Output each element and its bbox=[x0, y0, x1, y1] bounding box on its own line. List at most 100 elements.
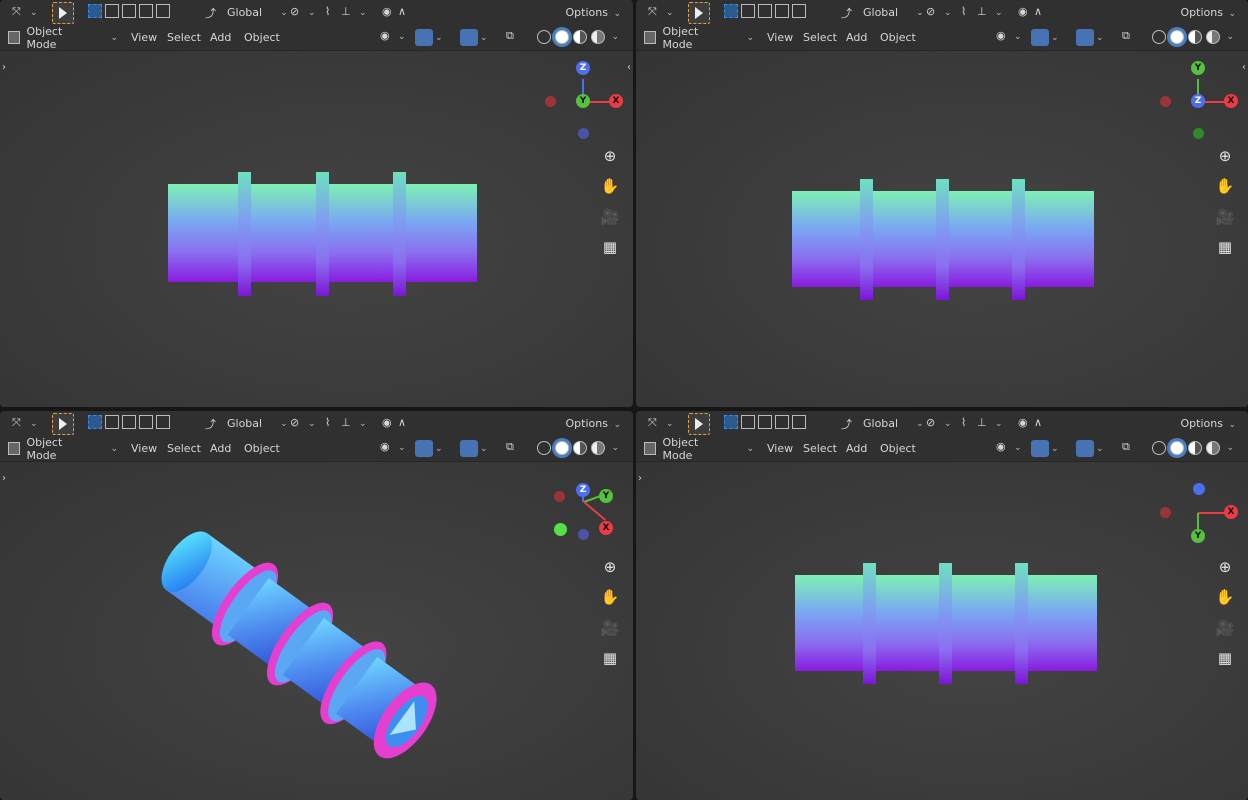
menu-object[interactable]: Object bbox=[880, 442, 916, 455]
negative-x-axis-icon[interactable] bbox=[554, 491, 565, 502]
grid-icon[interactable]: ▦ bbox=[1214, 236, 1236, 258]
negative-y-axis-icon[interactable] bbox=[554, 523, 567, 536]
scene-object-perspective[interactable] bbox=[150, 519, 450, 769]
select-intersect-icon[interactable] bbox=[156, 415, 170, 429]
snap-icon[interactable]: ⊘ ⌄ bbox=[290, 4, 316, 21]
zoom-icon[interactable]: ⊕ bbox=[1214, 145, 1236, 167]
x-axis-icon[interactable]: X bbox=[1224, 505, 1238, 519]
y-axis-icon[interactable]: Y bbox=[576, 94, 590, 108]
x-axis-icon[interactable]: X bbox=[599, 521, 613, 535]
wireframe-shading-icon[interactable] bbox=[537, 441, 552, 455]
toolbar-toggle-icon[interactable]: › bbox=[2, 62, 6, 73]
navigation-gizmo[interactable]: Y X Z bbox=[1155, 58, 1245, 148]
rendered-shading-icon[interactable] bbox=[591, 30, 606, 44]
solid-shading-icon[interactable] bbox=[1170, 441, 1185, 455]
gizmo-icon[interactable]: ⌄ bbox=[415, 29, 443, 46]
select-box-icon[interactable] bbox=[724, 415, 738, 429]
menu-select[interactable]: Select bbox=[803, 31, 837, 44]
select-invert-icon[interactable] bbox=[775, 4, 789, 18]
menu-add[interactable]: Add bbox=[846, 31, 867, 44]
select-extend-icon[interactable] bbox=[741, 415, 755, 429]
xray-icon[interactable]: ⧉ bbox=[506, 29, 522, 45]
negative-z-axis-icon[interactable] bbox=[578, 128, 589, 139]
select-box-icon[interactable] bbox=[88, 415, 102, 429]
options-button[interactable]: Options ⌄ bbox=[1181, 417, 1237, 430]
select-tool-icon[interactable] bbox=[52, 413, 74, 435]
transform-pivot-icon[interactable]: ⤧ ⌄ bbox=[12, 4, 38, 21]
transform-pivot-icon[interactable]: ⤧ ⌄ bbox=[648, 4, 674, 21]
snap-icon[interactable]: ⊘ ⌄ bbox=[926, 4, 952, 21]
camera-icon[interactable]: 🎥 bbox=[599, 206, 621, 228]
menu-select[interactable]: Select bbox=[167, 442, 201, 455]
proportional-edit-icon[interactable]: ◉ ∧ bbox=[1018, 415, 1050, 432]
transform-orientation-dropdown[interactable]: ⤴ Global ⌄ bbox=[841, 415, 924, 432]
z-axis-icon[interactable]: Z bbox=[576, 61, 590, 75]
mode-dropdown[interactable]: Object Mode ⌄ bbox=[644, 436, 754, 462]
menu-select[interactable]: Select bbox=[803, 442, 837, 455]
pan-hand-icon[interactable]: ✋ bbox=[1214, 175, 1236, 197]
select-box-icon[interactable] bbox=[88, 4, 102, 18]
mode-dropdown[interactable]: Object Mode ⌄ bbox=[8, 436, 118, 462]
menu-view[interactable]: View bbox=[767, 442, 793, 455]
grid-icon[interactable]: ▦ bbox=[1214, 647, 1236, 669]
gizmo-icon[interactable]: ⌄ bbox=[415, 440, 443, 457]
scene-object[interactable] bbox=[795, 563, 1099, 685]
options-button[interactable]: Options ⌄ bbox=[566, 6, 622, 19]
select-tool-icon[interactable] bbox=[688, 413, 710, 435]
material-shading-icon[interactable] bbox=[573, 30, 588, 44]
select-subtract-icon[interactable] bbox=[122, 4, 136, 18]
pan-hand-icon[interactable]: ✋ bbox=[599, 175, 621, 197]
options-button[interactable]: Options ⌄ bbox=[566, 417, 622, 430]
toolbar-toggle-icon[interactable]: › bbox=[2, 473, 6, 484]
scene-object[interactable] bbox=[792, 179, 1096, 301]
menu-select[interactable]: Select bbox=[167, 31, 201, 44]
select-intersect-icon[interactable] bbox=[156, 4, 170, 18]
select-subtract-icon[interactable] bbox=[122, 415, 136, 429]
material-shading-icon[interactable] bbox=[1188, 30, 1203, 44]
select-box-icon[interactable] bbox=[724, 4, 738, 18]
visibility-icon[interactable]: ◉ ⌄ bbox=[380, 29, 406, 45]
xray-icon[interactable]: ⧉ bbox=[506, 440, 522, 456]
x-axis-icon[interactable]: X bbox=[609, 94, 623, 108]
transform-pivot-icon[interactable]: ⤧ ⌄ bbox=[12, 415, 38, 432]
negative-x-axis-icon[interactable] bbox=[545, 96, 556, 107]
pan-hand-icon[interactable]: ✋ bbox=[599, 586, 621, 608]
negative-x-axis-icon[interactable] bbox=[1160, 96, 1171, 107]
overlay-icon[interactable]: ⌄ bbox=[1076, 29, 1104, 46]
select-tool-icon[interactable] bbox=[52, 2, 74, 24]
solid-shading-icon[interactable] bbox=[555, 30, 570, 44]
material-shading-icon[interactable] bbox=[1188, 441, 1203, 455]
material-shading-icon[interactable] bbox=[573, 441, 588, 455]
navigation-gizmo[interactable]: Z X Y bbox=[540, 58, 630, 148]
menu-add[interactable]: Add bbox=[210, 442, 231, 455]
viewport-top-right[interactable]: ⤧ ⌄ ⤴ Global ⌄ ⊘ ⌄ ⌇ ⊥ ⌄ ◉ ∧ Options ⌄ Object… bbox=[636, 0, 1248, 407]
gizmo-icon[interactable]: ⌄ bbox=[1031, 440, 1059, 457]
select-invert-icon[interactable] bbox=[139, 4, 153, 18]
transform-orientation-dropdown[interactable]: ⤴ Global ⌄ bbox=[205, 415, 288, 432]
options-button[interactable]: Options ⌄ bbox=[1181, 6, 1237, 19]
zoom-icon[interactable]: ⊕ bbox=[599, 556, 621, 578]
mode-dropdown[interactable]: Object Mode ⌄ bbox=[8, 25, 118, 51]
y-axis-icon[interactable]: Y bbox=[599, 489, 613, 503]
select-intersect-icon[interactable] bbox=[792, 415, 806, 429]
snap-icon[interactable]: ⊘ ⌄ bbox=[290, 415, 316, 432]
select-extend-icon[interactable] bbox=[105, 415, 119, 429]
proportional-edit-icon[interactable]: ◉ ∧ bbox=[1018, 4, 1050, 21]
y-axis-icon[interactable]: Y bbox=[1191, 61, 1205, 75]
select-extend-icon[interactable] bbox=[105, 4, 119, 18]
select-extend-icon[interactable] bbox=[741, 4, 755, 18]
wireframe-shading-icon[interactable] bbox=[1152, 441, 1167, 455]
toolbar-toggle-icon[interactable]: › bbox=[638, 473, 642, 484]
rendered-shading-icon[interactable] bbox=[1206, 30, 1221, 44]
overlay-icon[interactable]: ⌄ bbox=[460, 440, 488, 457]
wireframe-shading-icon[interactable] bbox=[537, 30, 552, 44]
viewport-bottom-left[interactable]: ⤧ ⌄ ⤴ Global ⌄ ⊘ ⌄ ⌇ ⊥ ⌄ ◉ ∧ Options ⌄ Object… bbox=[0, 411, 633, 800]
menu-view[interactable]: View bbox=[767, 31, 793, 44]
snap-target-icon[interactable]: ⌇ ⊥ ⌄ bbox=[961, 415, 1003, 432]
transform-pivot-icon[interactable]: ⤧ ⌄ bbox=[648, 415, 674, 432]
rendered-shading-icon[interactable] bbox=[1206, 441, 1221, 455]
grid-icon[interactable]: ▦ bbox=[599, 236, 621, 258]
gizmo-icon[interactable]: ⌄ bbox=[1031, 29, 1059, 46]
visibility-icon[interactable]: ◉ ⌄ bbox=[380, 440, 406, 456]
select-subtract-icon[interactable] bbox=[758, 4, 772, 18]
